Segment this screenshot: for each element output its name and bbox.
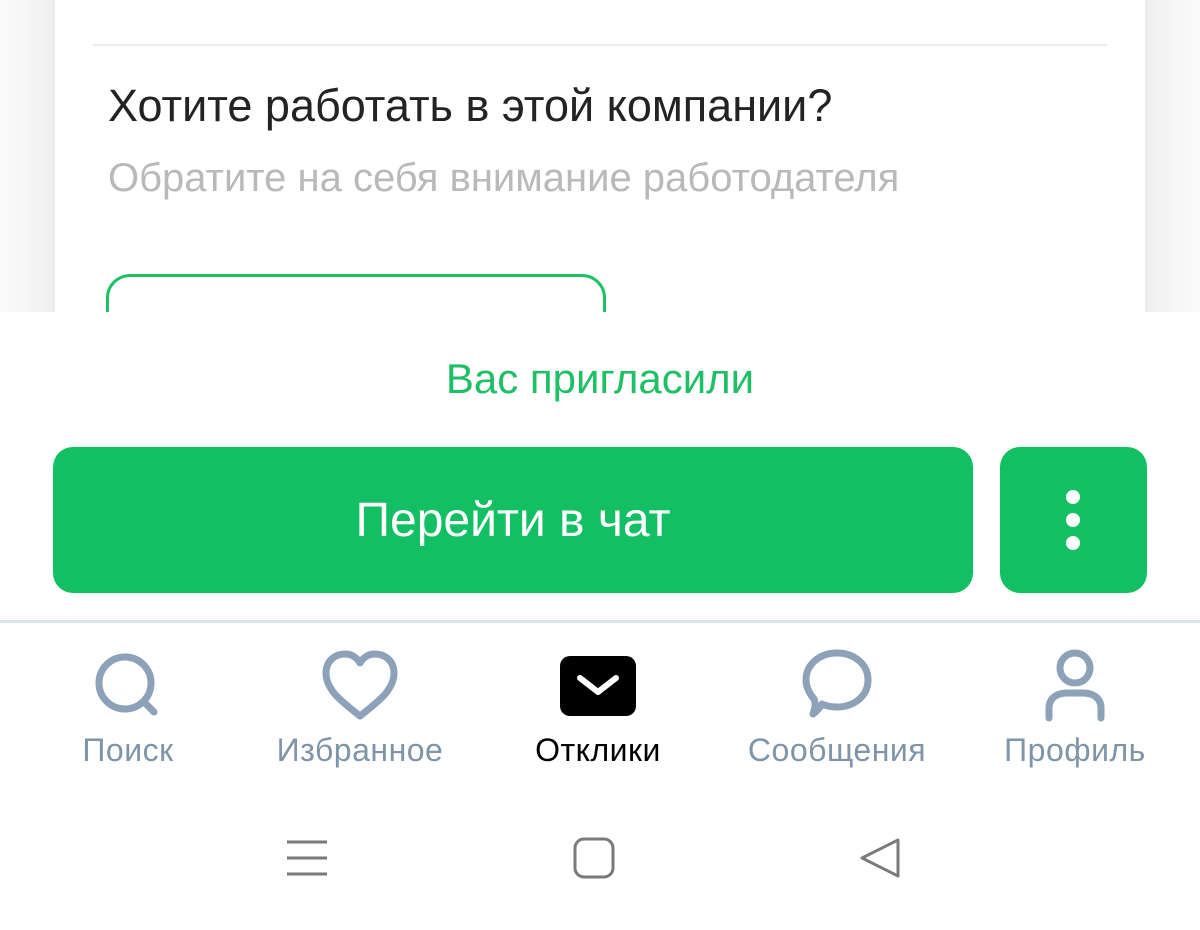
tab-label: Поиск <box>82 732 174 768</box>
tab-messages[interactable]: Сообщения <box>727 640 947 780</box>
card-shadow-right <box>1145 0 1200 312</box>
person-icon <box>1045 649 1105 722</box>
tab-label: Профиль <box>1004 732 1146 768</box>
heart-icon <box>322 650 398 720</box>
tab-profile[interactable]: Профиль <box>990 640 1160 780</box>
tab-responses[interactable]: Отклики <box>508 640 688 780</box>
card-title: Хотите работать в этой компании? <box>108 80 833 131</box>
more-options-button[interactable] <box>1000 447 1147 593</box>
tab-search[interactable]: Поиск <box>48 640 208 780</box>
envelope-icon <box>560 656 636 716</box>
tab-favorites[interactable]: Избранное <box>260 640 460 780</box>
app-screen: Хотите работать в этой компании? Обратит… <box>0 0 1200 930</box>
go-to-chat-button[interactable]: Перейти в чат <box>53 447 973 593</box>
outline-action-button[interactable] <box>106 274 606 312</box>
menu-icon[interactable] <box>275 826 339 890</box>
search-icon <box>95 653 158 716</box>
tab-label: Сообщения <box>747 732 927 768</box>
tabbar-separator <box>0 620 1200 623</box>
invited-status-label: Вас пригласили <box>445 355 755 402</box>
content-card: Хотите работать в этой компании? Обратит… <box>0 0 1200 312</box>
card-divider <box>93 44 1107 46</box>
back-icon[interactable] <box>848 826 912 890</box>
card-shadow-left <box>0 0 55 312</box>
card-subtitle: Обратите на себя внимание работодателя <box>108 156 900 200</box>
tab-label: Избранное <box>276 732 444 768</box>
tab-label: Отклики <box>535 732 661 768</box>
home-icon[interactable] <box>562 826 626 890</box>
chat-bubble-icon <box>802 649 872 718</box>
